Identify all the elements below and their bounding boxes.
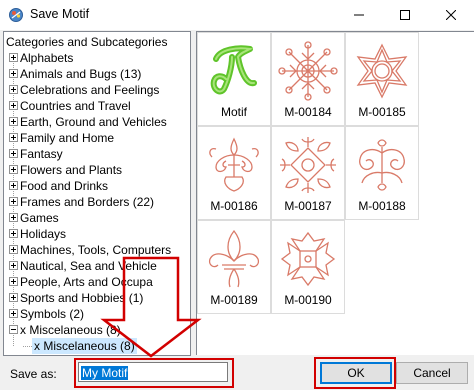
tree-item-family[interactable]: Family and Home xyxy=(4,130,190,146)
minimize-icon xyxy=(354,14,364,16)
expand-plus-icon[interactable] xyxy=(9,149,18,158)
star-outline-motif-icon xyxy=(356,43,408,99)
save-as-highlight-box xyxy=(74,358,234,388)
motif-cell[interactable]: M-00189 xyxy=(197,220,271,314)
motif-cell[interactable]: M-00188 xyxy=(345,126,419,220)
square-ornament-motif-icon xyxy=(280,137,336,193)
snowflake-motif-icon xyxy=(278,41,338,101)
fleur-de-lis-motif-icon xyxy=(208,229,260,288)
tree-item-miscelaneous[interactable]: x Miscelaneous (8) xyxy=(4,322,190,338)
expand-plus-icon[interactable] xyxy=(9,261,18,270)
motif-label: M-00185 xyxy=(358,105,406,119)
expand-plus-icon[interactable] xyxy=(9,117,18,126)
expand-plus-icon[interactable] xyxy=(9,277,18,286)
expand-plus-icon[interactable] xyxy=(9,133,18,142)
motif-cell[interactable]: M-00185 xyxy=(345,32,419,126)
close-button[interactable] xyxy=(428,0,474,30)
window-title: Save Motif xyxy=(30,7,90,21)
motif-cell[interactable]: M-00187 xyxy=(271,126,345,220)
motif-grid[interactable]: Motif M-00184 M-00185 M-00186 M-00187 M-… xyxy=(196,31,474,355)
expand-plus-icon[interactable] xyxy=(9,229,18,238)
motif-label: M-00190 xyxy=(284,293,332,307)
cancel-button[interactable]: Cancel xyxy=(396,362,468,384)
expand-plus-icon[interactable] xyxy=(9,213,18,222)
expand-plus-icon[interactable] xyxy=(9,245,18,254)
app-icon xyxy=(9,8,23,22)
tree-item-holidays[interactable]: Holidays xyxy=(4,226,190,242)
tree-item-countries[interactable]: Countries and Travel xyxy=(4,98,190,114)
tree-item-machines[interactable]: Machines, Tools, Computers xyxy=(4,242,190,258)
expand-plus-icon[interactable] xyxy=(9,293,18,302)
motif-label: M-00188 xyxy=(358,199,406,213)
expand-plus-icon[interactable] xyxy=(9,101,18,110)
expand-plus-icon[interactable] xyxy=(9,85,18,94)
tree-item-games[interactable]: Games xyxy=(4,210,190,226)
tree-subitem-miscelaneous[interactable]: x Miscelaneous (8) xyxy=(4,338,190,354)
scroll-ornament-motif-icon xyxy=(359,139,405,191)
expand-plus-icon[interactable] xyxy=(9,197,18,206)
motif-cell[interactable]: Motif xyxy=(197,32,271,126)
tree-item-fantasy[interactable]: Fantasy xyxy=(4,146,190,162)
tree-item-symbols[interactable]: Symbols (2) xyxy=(4,306,190,322)
ok-highlight-box xyxy=(314,357,396,389)
expand-plus-icon[interactable] xyxy=(9,309,18,318)
cross-ornament-motif-icon xyxy=(280,231,336,287)
tree-item-animals[interactable]: Animals and Bugs (13) xyxy=(4,66,190,82)
expand-plus-icon[interactable] xyxy=(9,165,18,174)
motif-cell[interactable]: M-00190 xyxy=(271,220,345,314)
motif-label: M-00189 xyxy=(210,293,258,307)
title-bar: Save Motif xyxy=(0,0,474,30)
motif-label: Motif xyxy=(220,105,247,119)
tree-item-flowers[interactable]: Flowers and Plants xyxy=(4,162,190,178)
tree-root-label: Categories and Subcategories xyxy=(6,35,168,49)
save-as-label: Save as: xyxy=(10,367,57,381)
damask-motif-icon xyxy=(209,137,259,192)
category-tree[interactable]: Categories and Subcategories Alphabets A… xyxy=(3,31,191,356)
tree-item-sports[interactable]: Sports and Hobbies (1) xyxy=(4,290,190,306)
motif-cell[interactable]: M-00186 xyxy=(197,126,271,220)
tree-item-celebrations[interactable]: Celebrations and Feelings xyxy=(4,82,190,98)
motif-label: M-00186 xyxy=(210,199,258,213)
expand-plus-icon[interactable] xyxy=(9,53,18,62)
tree-item-earth[interactable]: Earth, Ground and Vehicles xyxy=(4,114,190,130)
maximize-button[interactable] xyxy=(382,0,428,30)
green-script-letter-icon xyxy=(210,45,257,95)
close-icon xyxy=(446,10,456,20)
expand-plus-icon[interactable] xyxy=(9,181,18,190)
motif-label: M-00184 xyxy=(284,105,332,119)
expand-plus-icon[interactable] xyxy=(9,69,18,78)
motif-label: M-00187 xyxy=(284,199,332,213)
tree-item-nautical[interactable]: Nautical, Sea and Vehicle xyxy=(4,258,190,274)
tree-item-alphabets[interactable]: Alphabets xyxy=(4,50,190,66)
tree-item-food[interactable]: Food and Drinks xyxy=(4,178,190,194)
maximize-icon xyxy=(400,10,410,20)
selected-subcategory-label: x Miscelaneous (8) xyxy=(32,338,137,354)
tree-item-frames[interactable]: Frames and Borders (22) xyxy=(4,194,190,210)
motif-cell[interactable]: M-00184 xyxy=(271,32,345,126)
minimize-button[interactable] xyxy=(336,0,382,30)
tree-item-people[interactable]: People, Arts and Occupa xyxy=(4,274,190,290)
collapse-minus-icon[interactable] xyxy=(9,325,18,334)
